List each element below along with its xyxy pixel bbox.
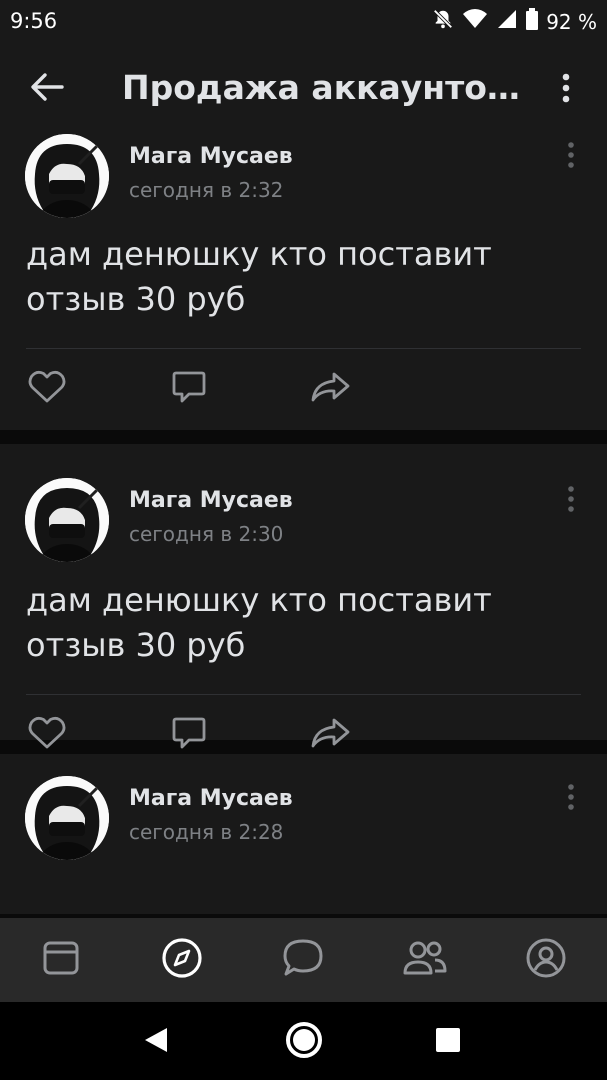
comment-button[interactable]: [166, 366, 212, 412]
post-time: сегодня в 2:30: [129, 522, 284, 546]
back-button[interactable]: [22, 66, 72, 112]
post-card: Мага Мусаев сегодня в 2:30 дам денюшку к…: [0, 444, 607, 749]
nav-friends[interactable]: [395, 930, 455, 990]
more-vertical-icon: [568, 486, 574, 516]
wifi-icon: [462, 8, 488, 35]
post-more-button[interactable]: [561, 782, 581, 816]
post-feed[interactable]: Мага Мусаев сегодня в 2:32 дам денюшку к…: [0, 134, 607, 918]
comment-icon: [171, 715, 207, 755]
battery-level: 92 %: [546, 9, 597, 34]
system-navigation-bar: [0, 1002, 607, 1080]
nav-feed[interactable]: [31, 930, 91, 990]
bottom-navigation: [0, 918, 607, 1002]
nav-profile[interactable]: [516, 930, 576, 990]
messages-icon: [282, 938, 324, 982]
post-time: сегодня в 2:28: [129, 820, 284, 844]
heart-icon: [28, 716, 66, 754]
recents-square-icon: [435, 1027, 461, 1057]
share-icon: [310, 371, 350, 407]
post-author[interactable]: Мага Мусаев: [129, 786, 293, 811]
post-card: Мага Мусаев сегодня в 2:28: [0, 754, 607, 914]
post-text: дам денюшку кто поставит отзыв 30 руб: [26, 235, 492, 318]
more-vertical-icon: [568, 784, 574, 814]
post-text: дам денюшку кто поставит отзыв 30 руб: [26, 581, 492, 664]
mute-bell-icon: [432, 8, 454, 35]
signal-icon: [496, 8, 518, 35]
app-header: Продажа аккаунтов...: [0, 44, 607, 134]
status-icons: 92 %: [432, 8, 597, 35]
divider: [26, 694, 581, 695]
avatar[interactable]: [25, 134, 109, 218]
like-button[interactable]: [24, 712, 70, 758]
nav-discover[interactable]: [152, 930, 212, 990]
avatar[interactable]: [25, 478, 109, 562]
share-button[interactable]: [307, 712, 353, 758]
comment-icon: [171, 369, 207, 409]
share-button[interactable]: [307, 366, 353, 412]
system-home-button[interactable]: [280, 1018, 328, 1066]
back-triangle-icon: [143, 1026, 169, 1058]
comment-button[interactable]: [166, 712, 212, 758]
more-vertical-icon: [562, 73, 570, 107]
feed-icon: [43, 940, 79, 980]
post-card: Мага Мусаев сегодня в 2:32 дам денюшку к…: [0, 134, 607, 430]
profile-icon: [525, 937, 567, 983]
system-recents-button[interactable]: [424, 1018, 472, 1066]
friends-icon: [402, 940, 448, 980]
back-arrow-icon: [30, 72, 64, 106]
system-back-button[interactable]: [132, 1018, 180, 1066]
share-icon: [310, 717, 350, 753]
battery-icon: [526, 8, 539, 35]
post-time: сегодня в 2:32: [129, 178, 284, 202]
more-vertical-icon: [568, 142, 574, 172]
discover-icon: [161, 937, 203, 983]
post-more-button[interactable]: [561, 140, 581, 174]
more-options-button[interactable]: [551, 72, 581, 108]
divider: [26, 348, 581, 349]
home-circle-icon: [284, 1020, 324, 1064]
heart-icon: [28, 370, 66, 408]
nav-messages[interactable]: [273, 930, 333, 990]
status-time: 9:56: [10, 9, 58, 33]
page-title: Продажа аккаунтов...: [122, 68, 522, 107]
like-button[interactable]: [24, 366, 70, 412]
post-author[interactable]: Мага Мусаев: [129, 144, 293, 169]
post-actions: [0, 362, 607, 418]
post-author[interactable]: Мага Мусаев: [129, 488, 293, 513]
status-bar: 9:56 92 %: [0, 0, 607, 44]
avatar[interactable]: [25, 776, 109, 860]
post-more-button[interactable]: [561, 484, 581, 518]
